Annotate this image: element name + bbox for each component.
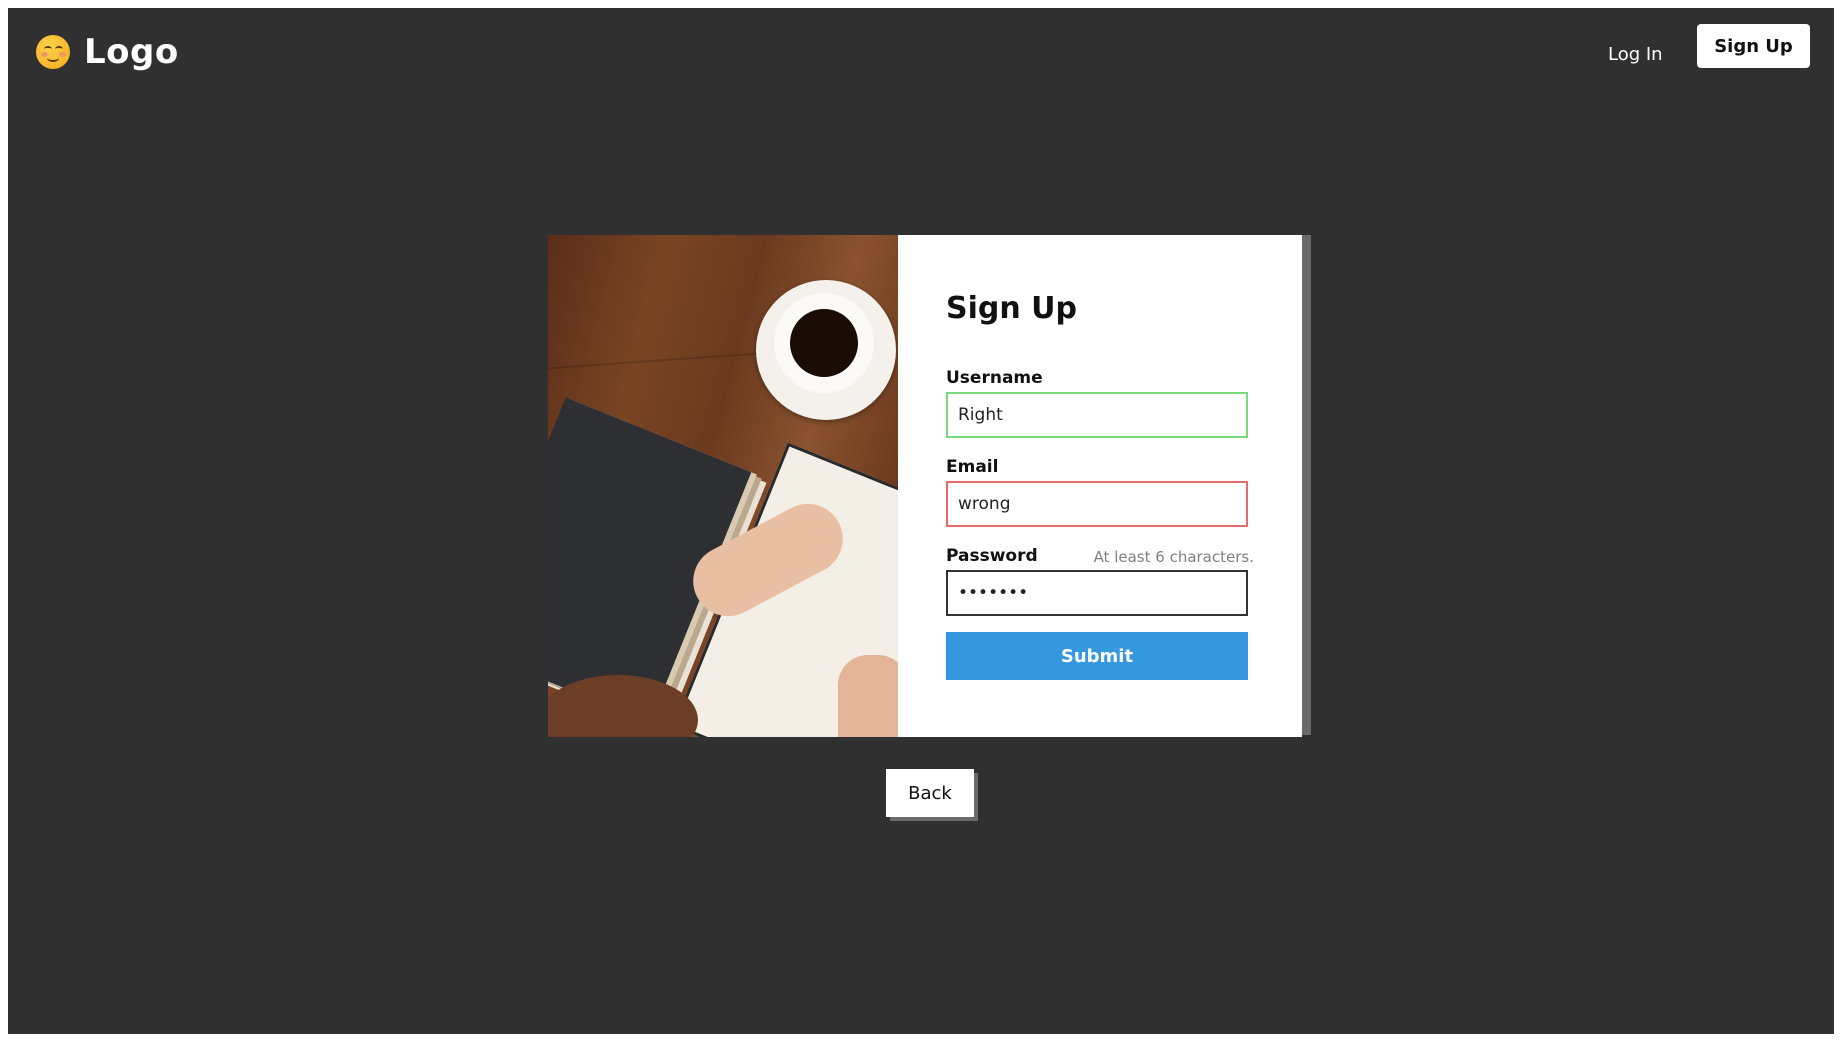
- signup-card: Sign Up Username Email Password At least…: [548, 235, 1302, 737]
- logo-text: Logo: [84, 32, 179, 72]
- login-link[interactable]: Log In: [1608, 44, 1663, 65]
- password-label: Password: [946, 546, 1038, 566]
- signup-nav-button[interactable]: Sign Up: [1697, 24, 1810, 68]
- username-field[interactable]: [946, 392, 1248, 438]
- password-field[interactable]: [946, 570, 1248, 616]
- submit-button[interactable]: Submit: [946, 632, 1248, 680]
- username-label: Username: [946, 368, 1043, 388]
- logo[interactable]: Logo: [36, 32, 179, 72]
- app-frame: Logo Log In Sign Up Sign Up Username Ema…: [8, 8, 1834, 1034]
- signup-form: Sign Up Username Email Password At least…: [898, 235, 1302, 737]
- email-field[interactable]: [946, 481, 1248, 527]
- back-button[interactable]: Back: [886, 769, 974, 817]
- email-label: Email: [946, 457, 999, 477]
- password-hint: At least 6 characters.: [1093, 548, 1254, 566]
- coffee-books-photo: [548, 235, 898, 737]
- form-title: Sign Up: [946, 291, 1078, 326]
- smiling-emoji-icon: [36, 35, 70, 69]
